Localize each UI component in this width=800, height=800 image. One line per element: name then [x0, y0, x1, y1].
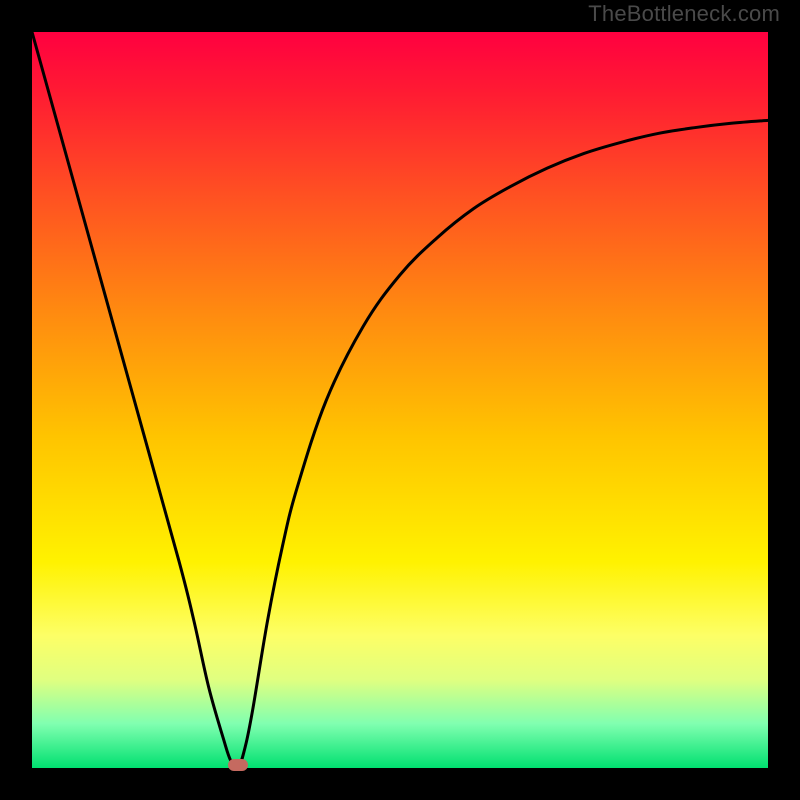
bottleneck-curve [32, 32, 768, 769]
min-marker [228, 759, 248, 771]
watermark-text: TheBottleneck.com [588, 1, 780, 27]
chart-frame: TheBottleneck.com [0, 0, 800, 800]
curve-svg [32, 32, 768, 768]
plot-area [32, 32, 768, 768]
